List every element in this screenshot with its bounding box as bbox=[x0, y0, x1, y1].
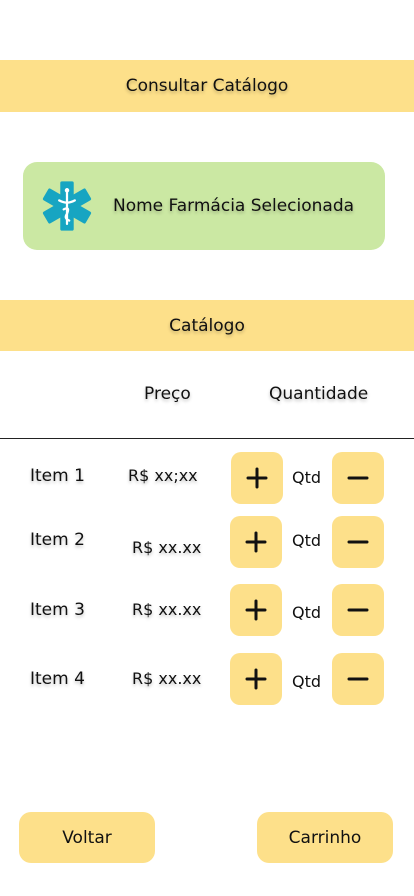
cart-button-label: Carrinho bbox=[288, 827, 362, 848]
selected-pharmacy-card: Nome Farmácia Selecionada bbox=[23, 162, 385, 250]
catalog-section-bar: Catálogo bbox=[0, 300, 414, 351]
decrease-quantity-button[interactable] bbox=[332, 452, 384, 504]
item-name: Item 3 bbox=[30, 600, 85, 620]
cart-button[interactable]: Carrinho bbox=[257, 812, 393, 863]
star-of-life-icon bbox=[42, 181, 92, 231]
increase-quantity-button[interactable] bbox=[230, 653, 282, 705]
quantity-column-header: Quantidade bbox=[269, 384, 369, 404]
table-divider bbox=[0, 438, 414, 439]
plus-icon bbox=[245, 599, 267, 621]
back-button-label: Voltar bbox=[62, 827, 112, 848]
plus-icon bbox=[245, 531, 267, 553]
plus-icon bbox=[246, 467, 268, 489]
item-name: Item 2 bbox=[30, 530, 85, 550]
minus-icon bbox=[347, 476, 369, 480]
catalog-screen: Consultar Catálogo Nome Farmácia Selecio… bbox=[0, 0, 414, 896]
catalog-row: Item 2 R$ xx.xx Qtd bbox=[0, 516, 414, 568]
minus-icon bbox=[347, 540, 369, 544]
pharmacy-name: Nome Farmácia Selecionada bbox=[113, 196, 355, 216]
item-name: Item 1 bbox=[30, 466, 85, 486]
increase-quantity-button[interactable] bbox=[230, 516, 282, 568]
item-price: R$ xx.xx bbox=[132, 669, 202, 688]
increase-quantity-button[interactable] bbox=[230, 584, 282, 636]
quantity-value: Qtd bbox=[292, 468, 322, 487]
item-price: R$ xx.xx bbox=[132, 538, 202, 557]
price-column-header: Preço bbox=[144, 384, 191, 404]
decrease-quantity-button[interactable] bbox=[332, 584, 384, 636]
item-name: Item 4 bbox=[30, 669, 85, 689]
catalog-row: Item 1 R$ xx;xx Qtd bbox=[0, 452, 414, 504]
page-title-bar: Consultar Catálogo bbox=[0, 60, 414, 112]
catalog-row: Item 4 R$ xx.xx Qtd bbox=[0, 653, 414, 705]
page-title: Consultar Catálogo bbox=[125, 76, 289, 96]
catalog-title: Catálogo bbox=[169, 315, 245, 336]
minus-icon bbox=[347, 608, 369, 612]
decrease-quantity-button[interactable] bbox=[332, 653, 384, 705]
back-button[interactable]: Voltar bbox=[19, 812, 155, 863]
item-price: R$ xx.xx bbox=[132, 600, 202, 619]
catalog-row: Item 3 R$ xx.xx Qtd bbox=[0, 584, 414, 636]
plus-icon bbox=[245, 668, 267, 690]
item-price: R$ xx;xx bbox=[128, 466, 198, 485]
decrease-quantity-button[interactable] bbox=[332, 516, 384, 568]
quantity-value: Qtd bbox=[292, 672, 322, 691]
quantity-value: Qtd bbox=[292, 531, 322, 550]
minus-icon bbox=[347, 677, 369, 681]
quantity-value: Qtd bbox=[292, 603, 322, 622]
increase-quantity-button[interactable] bbox=[231, 452, 283, 504]
